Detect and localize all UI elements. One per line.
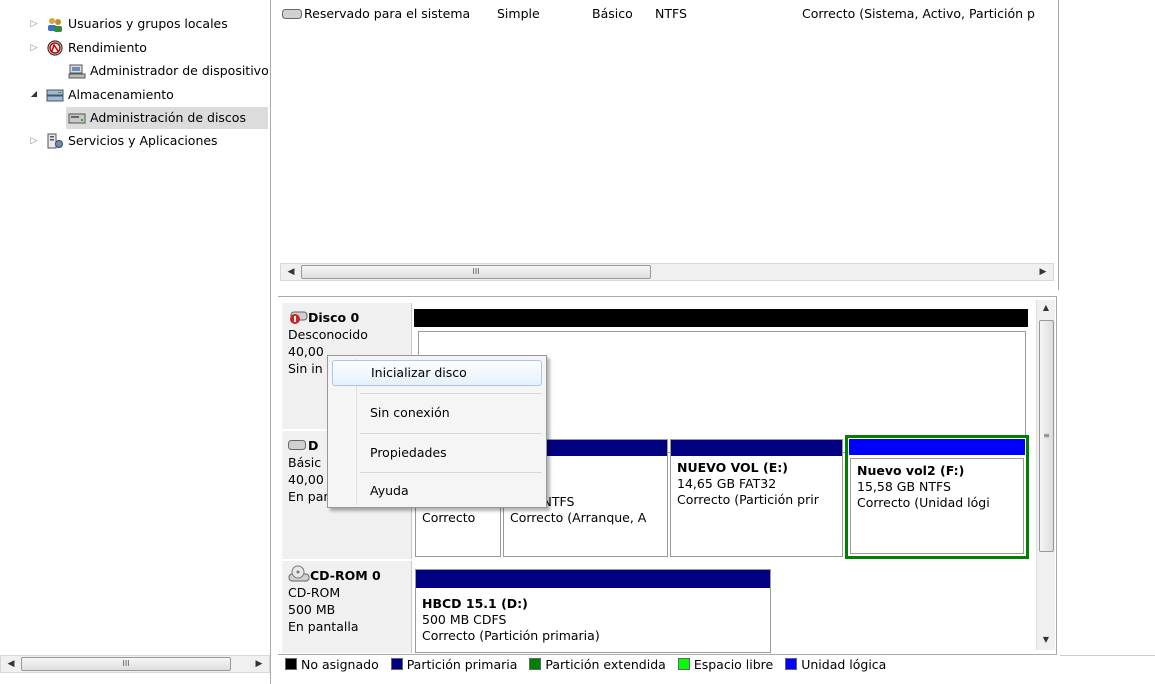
services-icon (47, 133, 63, 149)
partition-name: NUEVO VOL (E:) (677, 460, 788, 475)
divider (1060, 655, 1155, 656)
scroll-thumb[interactable]: III (21, 657, 231, 671)
legend-swatch-primary (390, 658, 403, 670)
volume-type: Básico (592, 6, 633, 21)
partition-size: 14,65 GB FAT32 (677, 476, 777, 491)
legend: No asignado Partición primaria Partición… (277, 655, 1057, 677)
legend-swatch-extended (529, 658, 542, 670)
scroll-thumb[interactable]: III (301, 265, 651, 279)
partition-name: Nuevo vol2 (F:) (857, 463, 965, 478)
cdrom-status: En pantalla (288, 619, 359, 634)
menu-item-help[interactable]: Ayuda (332, 478, 542, 504)
tree-item-device-manager[interactable]: Administrador de dispositivos (0, 60, 268, 82)
scroll-up-icon[interactable]: ▲ (1038, 300, 1054, 316)
primary-partition-bar (416, 570, 770, 588)
tree-item-label: Usuarios y grupos locales (68, 16, 228, 31)
disk-context-menu: Inicializar disco Sin conexión Propiedad… (327, 355, 547, 508)
volume-list: Reservado para el sistema Simple Básico … (277, 0, 1059, 290)
menu-separator (360, 433, 542, 434)
menu-item-offline[interactable]: Sin conexión (332, 400, 542, 426)
volume-layout: Simple (497, 6, 540, 21)
users-icon (48, 18, 62, 32)
tree-item-partial-top (0, 0, 268, 5)
tree-item-label: Administrador de dispositivos (90, 63, 268, 78)
collapse-arrow-icon[interactable]: ◢ (28, 84, 40, 105)
cdrom-size: 500 MB (288, 602, 336, 617)
partition-size: 500 MB CDFS (422, 612, 507, 627)
menu-separator (360, 393, 542, 394)
volume-horizontal-scrollbar[interactable]: ◀ III ▶ (280, 263, 1054, 281)
partition-status: Correcto (Partición prir (677, 492, 819, 507)
partition-name: HBCD 15.1 (D:) (422, 596, 528, 611)
partition-e[interactable]: NUEVO VOL (E:) 14,65 GB FAT32 Correcto (… (670, 439, 843, 557)
disk-icon (288, 440, 306, 450)
volume-status: Correcto (Sistema, Activo, Partición p (802, 6, 1035, 21)
tree-item-performance[interactable]: ▷ Rendimiento (0, 37, 268, 59)
volume-icon (282, 9, 302, 19)
expand-arrow-icon[interactable]: ▷ (28, 37, 40, 59)
partition-status: Correcto (Arranque, A (510, 510, 647, 525)
performance-icon (47, 40, 63, 56)
legend-label: Espacio libre (693, 657, 774, 672)
partition-status: Correcto (Unidad lógi (857, 495, 990, 510)
volume-name: Reservado para el sistema (304, 6, 471, 21)
tree-item-local-users[interactable]: ▷ Usuarios y grupos locales (0, 13, 268, 35)
partition-status: Correcto (Partición primaria) (422, 628, 600, 643)
legend-label: Partición primaria (406, 657, 518, 672)
device-manager-icon (68, 64, 86, 79)
tree-item-storage[interactable]: ◢ Almacenamiento (0, 84, 268, 106)
storage-icon (46, 89, 64, 102)
partition-f-extended[interactable]: Nuevo vol2 (F:) 15,58 GB NTFS Correcto (… (845, 435, 1029, 559)
expand-arrow-icon[interactable]: ▷ (28, 13, 40, 35)
tree-item-label: Rendimiento (68, 40, 147, 55)
menu-item-initialize-disk[interactable]: Inicializar disco (332, 360, 542, 386)
tree-item-label: Servicios y Aplicaciones (68, 133, 218, 148)
scroll-left-icon[interactable]: ◀ (283, 264, 299, 280)
legend-swatch-logical (785, 658, 798, 670)
disk-management-icon (68, 113, 86, 124)
tree-item-label: Almacenamiento (68, 87, 174, 102)
console-tree: ▷ Usuarios y grupos locales ▷ Rendimient… (0, 0, 271, 655)
expand-arrow-icon[interactable]: ▷ (28, 130, 40, 152)
disk-vertical-scrollbar[interactable]: ▲ ≡ ▼ (1036, 300, 1055, 650)
tree-horizontal-scrollbar[interactable]: ◀ III ▶ (0, 655, 270, 673)
partition-size: 15,58 GB NTFS (857, 479, 951, 494)
legend-swatch-free (677, 658, 690, 670)
cdrom-header[interactable]: CD-ROM 0 CD-ROM 500 MB En pantalla (282, 561, 412, 653)
cdrom-type: CD-ROM (288, 585, 341, 600)
legend-swatch-unallocated (285, 658, 297, 670)
tree-item-label: Administración de discos (90, 110, 246, 125)
legend-label: No asignado (301, 657, 379, 672)
disk1-title: D (308, 438, 319, 453)
disk0-title: Disco 0 (308, 310, 360, 325)
unallocated-bar (414, 309, 1028, 327)
primary-partition-bar (671, 440, 842, 456)
legend-label: Partición extendida (545, 657, 666, 672)
legend-label: Unidad lógica (801, 657, 887, 672)
volume-fs: NTFS (655, 6, 687, 21)
splitter[interactable] (270, 0, 278, 684)
logical-drive-bar (849, 439, 1025, 455)
scroll-left-icon[interactable]: ◀ (3, 656, 19, 672)
menu-item-properties[interactable]: Propiedades (332, 440, 542, 466)
scroll-right-icon[interactable]: ▶ (1035, 264, 1051, 280)
partition-cd-d[interactable]: HBCD 15.1 (D:) 500 MB CDFS Correcto (Par… (415, 569, 771, 653)
scroll-down-icon[interactable]: ▼ (1038, 632, 1054, 648)
tree-item-services-apps[interactable]: ▷ Servicios y Aplicaciones (0, 130, 268, 152)
disk-error-icon (290, 311, 308, 324)
cdrom-title: CD-ROM 0 (310, 568, 381, 583)
disk0-type: Desconocido (288, 327, 368, 342)
scroll-thumb[interactable]: ≡ (1039, 320, 1054, 552)
menu-separator (360, 472, 542, 473)
tree-item-disk-management[interactable]: Administración de discos (66, 107, 268, 129)
cdrom-icon (288, 565, 310, 582)
scroll-right-icon[interactable]: ▶ (251, 656, 267, 672)
